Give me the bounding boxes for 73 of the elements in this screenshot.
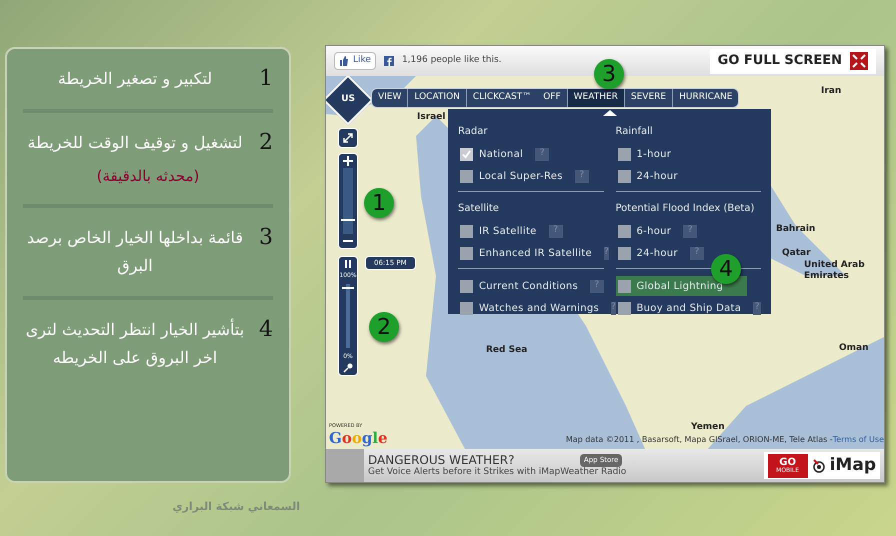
menu-tab[interactable]: HURRICANE <box>672 89 738 107</box>
ad-subline: Get Voice Alerts before it Strikes with iMapWeather Radio <box>368 467 626 478</box>
pause-icon <box>344 260 352 268</box>
swirl-logo-icon <box>812 458 826 472</box>
checkbox[interactable] <box>460 302 473 314</box>
menu-option[interactable]: Enhanced IR Satellite <box>458 243 594 263</box>
menu-tab[interactable]: WEATHER <box>566 89 624 107</box>
checkbox[interactable] <box>618 170 630 182</box>
checkbox[interactable] <box>618 246 630 260</box>
time-thumb[interactable] <box>342 287 354 290</box>
place-label: Oman <box>839 342 869 355</box>
menu-option[interactable]: National <box>458 144 526 164</box>
step-number: 3 <box>259 224 273 252</box>
checkbox[interactable] <box>460 148 473 160</box>
section-title: Rainfall <box>616 125 654 139</box>
imap-logo: iMap <box>830 454 876 477</box>
place-label: Qatar <box>782 247 811 260</box>
step-number: 2 <box>259 129 273 157</box>
checkbox[interactable] <box>618 302 630 314</box>
step-text: لتكبير و تصغير الخريطة <box>56 68 214 90</box>
menu-tab[interactable]: SEVERE <box>624 89 672 107</box>
section-title: Potential Flood Index (Beta) <box>616 202 756 216</box>
menu-option[interactable]: 24-hour <box>616 243 680 263</box>
place-label: Israel <box>417 111 446 124</box>
fullscreen-button[interactable]: GO FULL SCREEN <box>710 48 876 74</box>
fullscreen-icon <box>850 52 868 70</box>
step-number: 4 <box>259 316 273 344</box>
checkmark-icon <box>462 150 471 158</box>
step-text: بتأشير الخيار انتظر التحديث لترى اخر البروق على الخريطه <box>24 318 246 369</box>
facebook-icon <box>384 56 394 66</box>
menu-option[interactable]: Current Conditions <box>458 276 580 296</box>
menu-tab[interactable]: VIEW <box>372 89 408 107</box>
thumbs-up-icon <box>339 56 349 66</box>
menu-option[interactable]: 24-hour <box>616 166 680 186</box>
expand-icon <box>342 132 354 144</box>
checkbox[interactable] <box>460 224 473 238</box>
place-label: United Arab Emirates <box>804 260 866 282</box>
menu-option[interactable]: Local Super-Res <box>458 166 565 186</box>
ad-headline: DANGEROUS WEATHER? <box>368 453 514 467</box>
checkbox[interactable] <box>618 224 630 238</box>
like-button[interactable]: Like <box>334 52 376 70</box>
section-title: Satellite <box>458 202 500 216</box>
checkbox[interactable] <box>460 246 473 260</box>
place-label: Yemen <box>691 421 725 434</box>
step-text: قائمة بداخلها الخيار الخاص برصد البرق <box>26 226 244 277</box>
menu-option[interactable]: Watches and Warnings <box>458 298 601 318</box>
step-note: (محدثه بالدقيقة) <box>96 166 200 187</box>
like-count: 1,196 people like this. <box>402 54 502 68</box>
credit-text: السمعاني شبكة البراري <box>171 499 300 515</box>
pointer-icon <box>603 110 617 116</box>
menu-tab[interactable]: LOCATION <box>407 89 466 107</box>
menu-option[interactable]: Buoy and Ship Data <box>616 298 744 318</box>
menu-option[interactable]: Global Lightning <box>616 276 748 296</box>
place-label: Bahrain <box>776 223 816 236</box>
zoom-thumb[interactable] <box>341 218 355 221</box>
checkbox[interactable] <box>618 280 630 292</box>
expand-button[interactable] <box>338 128 358 148</box>
checkbox[interactable] <box>618 148 630 160</box>
place-label: Iran <box>821 85 842 98</box>
checkbox[interactable] <box>460 170 473 182</box>
google-logo: Google <box>329 430 388 446</box>
menu-option[interactable]: 6-hour <box>616 221 674 241</box>
zoom-in-icon[interactable] <box>341 154 355 168</box>
section-title: Radar <box>458 125 488 139</box>
place-label: Red Sea <box>486 344 528 357</box>
menu-option[interactable]: IR Satellite <box>458 221 539 241</box>
attribution-text: Map data ©2011 , Basarsoft, Mapa GISrael, ORION-ME, Tele Atlas - <box>566 434 833 446</box>
key-icon[interactable] <box>341 361 355 375</box>
checkbox[interactable] <box>460 280 473 292</box>
menu-option[interactable]: 1-hour <box>616 144 674 164</box>
step-text: لتشغيل و توقيف الوقت للخريطة <box>26 132 244 154</box>
photo-placeholder <box>326 449 364 482</box>
step-number: 1 <box>259 65 273 93</box>
